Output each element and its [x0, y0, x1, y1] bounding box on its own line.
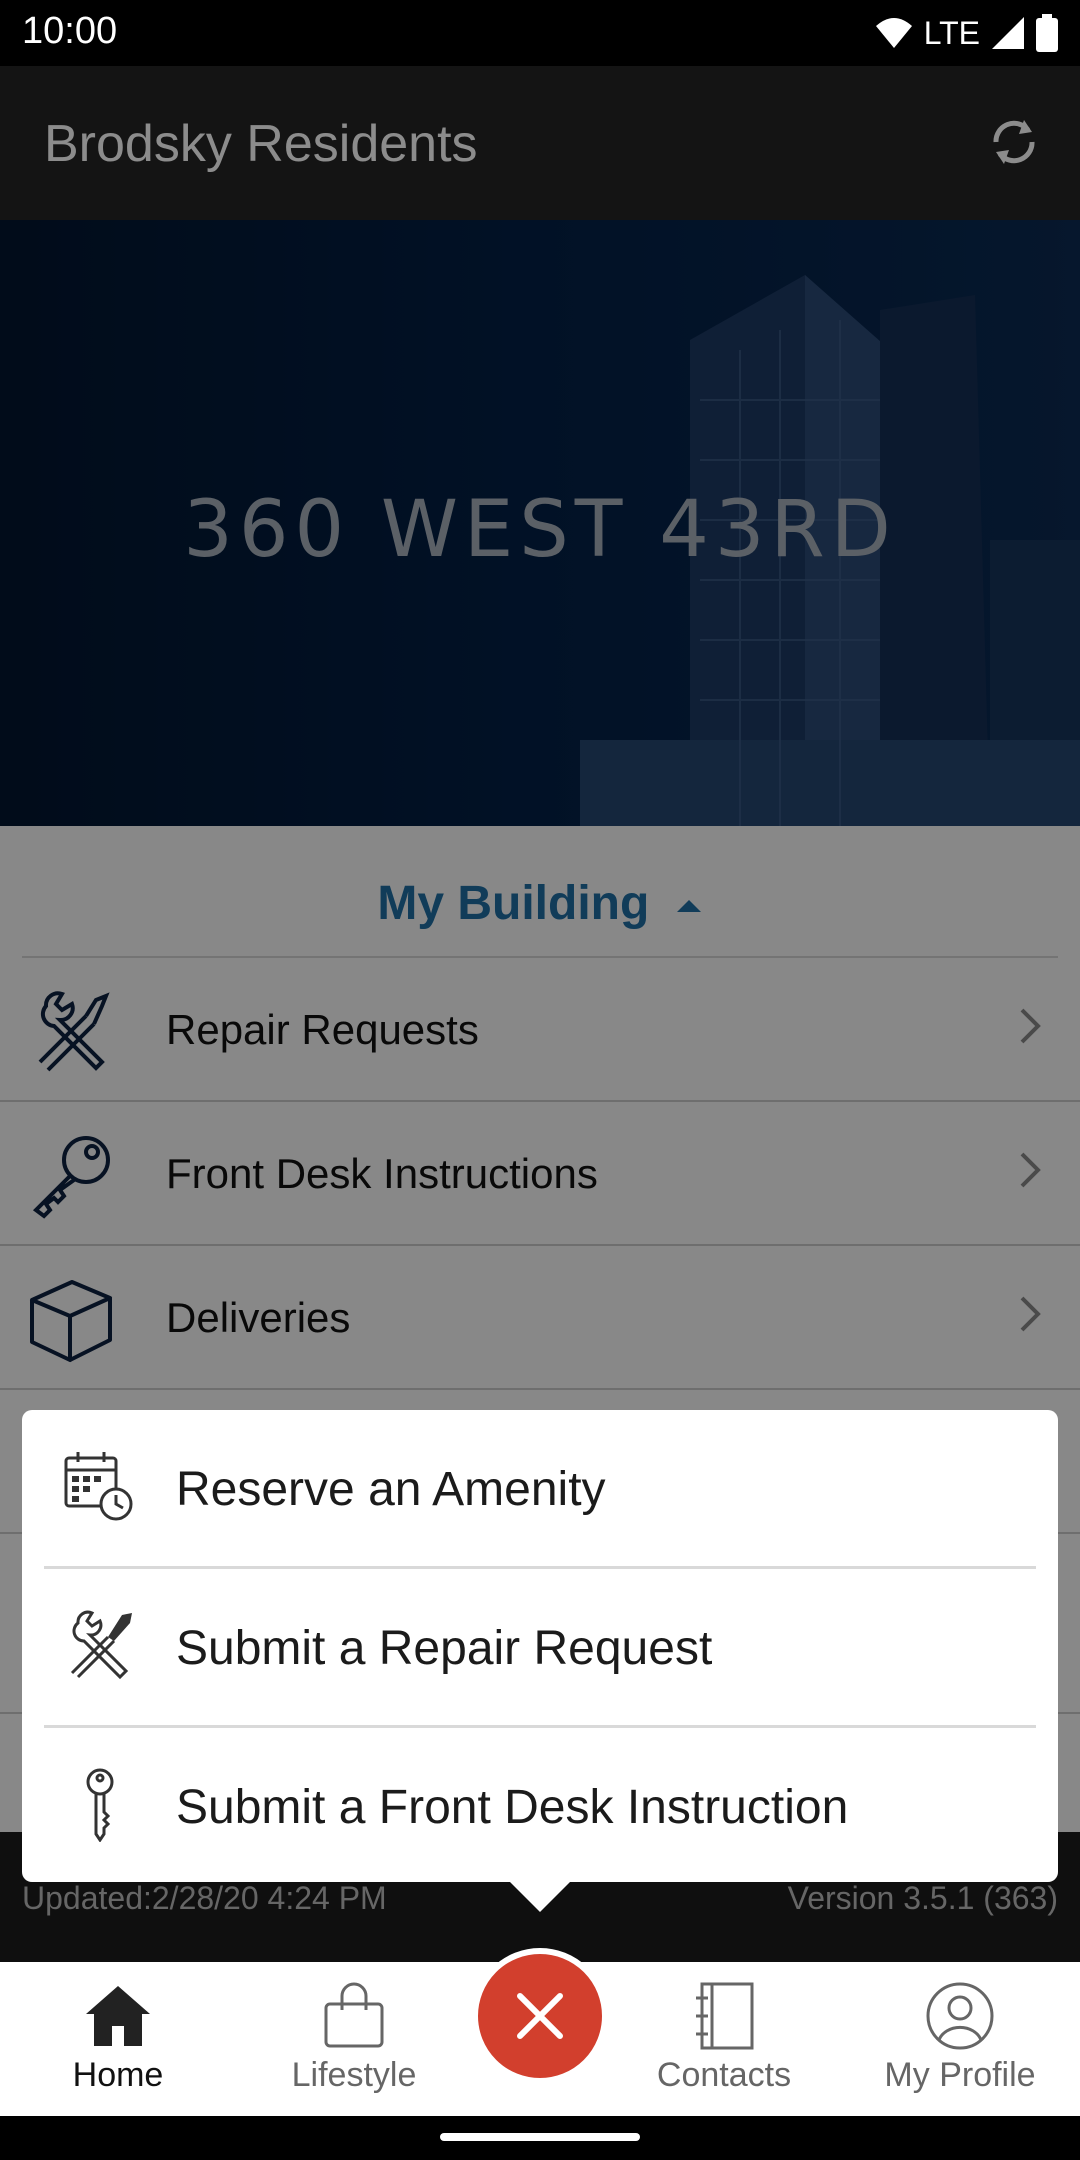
status-bar: 10:00 LTE [0, 0, 1080, 66]
key-icon [86, 1768, 114, 1842]
menu-pointer [508, 1880, 572, 1912]
signal-icon [992, 17, 1024, 49]
shopping-bag-icon [324, 1982, 384, 2048]
home-icon [86, 1986, 150, 2046]
nav-contacts[interactable]: Contacts [616, 1962, 832, 2116]
battery-icon [1036, 14, 1058, 52]
status-time: 10:00 [22, 10, 118, 52]
nav-label: My Profile [884, 2056, 1036, 2094]
gesture-navigation-bar [0, 2116, 1080, 2160]
menu-item-reserve-amenity[interactable]: Reserve an Amenity [22, 1410, 1058, 1566]
close-icon [517, 1993, 563, 2039]
contacts-book-icon [696, 1982, 754, 2050]
close-menu-fab[interactable] [472, 1948, 608, 2084]
calendar-clock-icon [64, 1452, 133, 1521]
network-label: LTE [923, 14, 980, 51]
nav-home[interactable]: Home [10, 1962, 226, 2116]
menu-item-submit-front-desk-instruction[interactable]: Submit a Front Desk Instruction [22, 1728, 1058, 1884]
menu-item-label: Submit a Front Desk Instruction [176, 1781, 849, 1834]
nav-label: Contacts [656, 2056, 792, 2094]
profile-icon [926, 1982, 994, 2050]
status-icons: LTE [874, 10, 1058, 56]
home-gesture-handle[interactable] [440, 2133, 640, 2141]
menu-item-label: Reserve an Amenity [176, 1463, 606, 1516]
nav-label: Home [72, 2056, 164, 2094]
wifi-icon [875, 18, 912, 48]
nav-my-profile[interactable]: My Profile [852, 1962, 1068, 2116]
menu-item-submit-repair-request[interactable]: Submit a Repair Request [22, 1569, 1058, 1725]
menu-item-label: Submit a Repair Request [176, 1622, 713, 1675]
nav-label: Lifestyle [291, 2056, 417, 2094]
nav-lifestyle[interactable]: Lifestyle [246, 1962, 462, 2116]
quick-actions-menu: Reserve an Amenity Submit a Repair Reque… [22, 1410, 1058, 1882]
tools-icon [70, 1610, 132, 1680]
